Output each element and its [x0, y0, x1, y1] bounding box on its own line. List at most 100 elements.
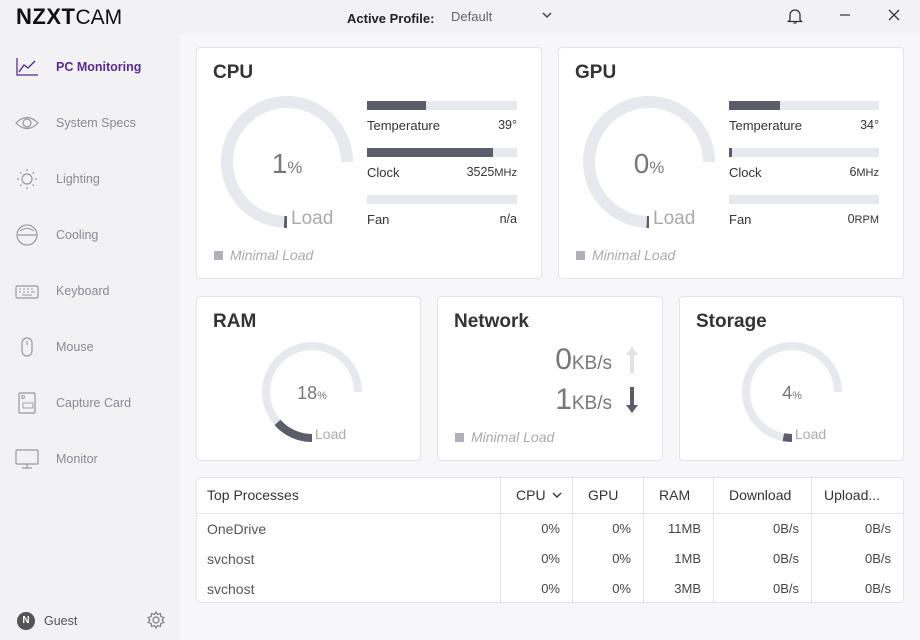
table-row[interactable]: OneDrive 0% 0% 11MB 0B/s 0B/s — [197, 514, 903, 544]
sidebar-item-label: Capture Card — [56, 396, 132, 410]
cpu-fan-metric: Fan n/a — [367, 195, 517, 239]
metric-label: Temperature — [729, 118, 802, 133]
gpu-clock-metric: Clock 6MHz — [729, 148, 879, 192]
cpu-load-gauge: 1% Load — [217, 92, 357, 232]
gpu-status: Minimal Load — [576, 247, 675, 263]
progress-fill — [729, 101, 780, 110]
column-header-name: Top Processes — [207, 487, 299, 503]
minimize-icon[interactable] — [834, 7, 856, 29]
top-processes-table: Top Processes CPU GPU RAM Download Uploa… — [196, 477, 904, 604]
process-ram: 1MB — [643, 544, 713, 574]
network-status: Minimal Load — [455, 429, 554, 445]
process-ram: 11MB — [643, 514, 713, 544]
sidebar-item-label: Monitor — [56, 452, 98, 466]
chevron-down-icon — [541, 9, 553, 24]
ram-card: RAM 18% Load — [196, 296, 421, 461]
network-download: 1KB/s — [440, 383, 640, 419]
gpu-fan-metric: Fan 0RPM — [729, 195, 879, 239]
capture-card-icon — [14, 391, 40, 415]
user-name: Guest — [44, 614, 78, 628]
network-upload: 0KB/s — [440, 343, 640, 379]
bell-icon[interactable] — [784, 7, 806, 29]
storage-load-value: 4% — [782, 383, 802, 403]
sidebar-item-label: Keyboard — [56, 284, 110, 298]
progress-fill — [729, 148, 732, 157]
progress-track — [367, 101, 517, 110]
process-download: 0B/s — [713, 544, 811, 574]
process-download: 0B/s — [713, 514, 811, 544]
cpu-status: Minimal Load — [214, 247, 313, 263]
gpu-load-caption: Load — [653, 208, 696, 229]
metric-value: 6MHz — [849, 165, 879, 179]
sidebar-item-capture-card[interactable]: Capture Card — [0, 383, 180, 423]
sidebar-item-keyboard[interactable]: Keyboard — [0, 271, 180, 311]
gauge-fill — [782, 433, 793, 442]
process-name: svchost — [207, 581, 255, 597]
status-indicator — [214, 251, 223, 260]
sidebar-item-label: PC Monitoring — [56, 60, 142, 74]
column-header-download[interactable]: Download — [713, 478, 811, 513]
card-title: GPU — [575, 62, 617, 83]
metric-label: Fan — [367, 212, 390, 227]
monitor-icon — [14, 447, 40, 471]
progress-track — [729, 148, 879, 157]
cpu-load-caption: Load — [291, 208, 334, 229]
title-bar: NZXTCAM Active Profile: Default — [0, 0, 920, 34]
network-card: Network 0KB/s 1KB/s Minimal Load — [437, 296, 663, 461]
user-profile[interactable]: N Guest — [14, 608, 174, 632]
process-download: 0B/s — [713, 574, 811, 604]
sidebar-item-label: Lighting — [56, 172, 100, 186]
process-gpu: 0% — [572, 514, 643, 544]
column-header-ram[interactable]: RAM — [643, 478, 713, 513]
metric-value: 34° — [860, 118, 879, 132]
sidebar-item-cooling[interactable]: Cooling — [0, 215, 180, 255]
sidebar: PC Monitoring System Specs Lighting Cool… — [0, 34, 180, 640]
gpu-load-gauge: 0% Load — [579, 92, 719, 232]
sidebar-item-mouse[interactable]: Mouse — [0, 327, 180, 367]
storage-load-gauge: 4% Load — [737, 337, 847, 447]
gear-icon[interactable] — [146, 610, 166, 630]
ram-load-caption: Load — [315, 426, 347, 442]
metric-label: Clock — [729, 165, 762, 180]
process-upload: 0B/s — [811, 544, 903, 574]
process-name: OneDrive — [207, 521, 267, 537]
arrow-down-icon — [624, 385, 640, 415]
process-cpu: 0% — [500, 514, 572, 544]
cpu-temperature-metric: Temperature 39° — [367, 101, 517, 145]
column-header-gpu[interactable]: GPU — [572, 478, 643, 513]
chevron-down-icon — [551, 479, 563, 514]
profile-dropdown[interactable]: Default — [451, 9, 557, 27]
progress-track — [729, 195, 879, 204]
sidebar-item-monitor[interactable]: Monitor — [0, 439, 180, 479]
sidebar-item-pc-monitoring[interactable]: PC Monitoring — [0, 47, 180, 87]
cpu-card: CPU 1% Load Temperature 39° Clock 3525MH… — [196, 47, 542, 279]
card-title: CPU — [213, 62, 254, 83]
table-row[interactable]: svchost 0% 0% 3MB 0B/s 0B/s — [197, 574, 903, 604]
sun-icon — [14, 167, 40, 191]
close-icon[interactable] — [883, 7, 905, 29]
progress-track — [729, 101, 879, 110]
active-profile-label: Active Profile: — [347, 11, 435, 26]
column-header-upload[interactable]: Upload... — [811, 478, 903, 513]
progress-fill — [367, 101, 426, 110]
process-upload: 0B/s — [811, 574, 903, 604]
card-title: Network — [454, 311, 529, 332]
process-cpu: 0% — [500, 544, 572, 574]
progress-track — [367, 148, 517, 157]
fan-icon — [14, 223, 40, 247]
progress-fill — [367, 148, 493, 157]
metric-value: 39° — [498, 118, 517, 132]
card-title: RAM — [213, 311, 257, 332]
metric-label: Temperature — [367, 118, 440, 133]
column-header-cpu[interactable]: CPU — [500, 478, 572, 513]
sidebar-item-system-specs[interactable]: System Specs — [0, 103, 180, 143]
ram-load-value: 18% — [297, 383, 327, 403]
card-title: Storage — [696, 311, 767, 332]
sidebar-item-lighting[interactable]: Lighting — [0, 159, 180, 199]
progress-track — [367, 195, 517, 204]
cpu-load-value: 1% — [271, 148, 303, 179]
table-row[interactable]: svchost 0% 0% 1MB 0B/s 0B/s — [197, 544, 903, 574]
process-gpu: 0% — [572, 544, 643, 574]
profile-value: Default — [451, 9, 493, 24]
process-cpu: 0% — [500, 574, 572, 604]
